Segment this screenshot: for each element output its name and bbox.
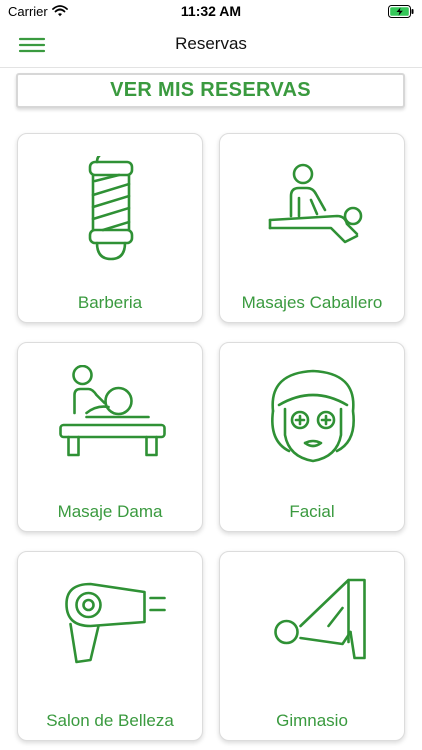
status-bar: Carrier 11:32 AM xyxy=(0,0,422,24)
battery-charging-icon xyxy=(388,5,414,18)
category-card-barberia[interactable]: Barberia xyxy=(17,133,203,323)
ver-mis-reservas-button[interactable]: VER MIS RESERVAS xyxy=(16,73,405,108)
category-card-masaje-dama[interactable]: Masaje Dama xyxy=(17,342,203,532)
category-label: Masaje Dama xyxy=(57,502,163,521)
category-card-gimnasio[interactable]: Gimnasio xyxy=(219,551,405,741)
facial-mask-icon xyxy=(271,369,355,463)
category-label: Masajes Caballero xyxy=(241,293,383,312)
yoga-pose-icon xyxy=(274,578,366,660)
category-card-masajes-caballero[interactable]: Masajes Caballero xyxy=(219,133,405,323)
massage-man-icon xyxy=(268,163,363,244)
category-label: Gimnasio xyxy=(276,711,348,730)
page-title: Reservas xyxy=(175,34,247,53)
hair-dryer-icon xyxy=(65,582,166,664)
category-label: Barberia xyxy=(77,293,143,312)
category-card-facial[interactable]: Facial xyxy=(219,342,405,532)
navigation-bar: Reservas xyxy=(0,24,422,68)
category-label: Facial xyxy=(289,502,335,521)
massage-woman-icon xyxy=(59,365,166,457)
category-label: Salon de Belleza xyxy=(46,711,174,730)
barber-pole-icon xyxy=(88,156,134,261)
status-time: 11:32 AM xyxy=(180,3,242,19)
category-card-salon-de-belleza[interactable]: Salon de Belleza xyxy=(17,551,203,741)
